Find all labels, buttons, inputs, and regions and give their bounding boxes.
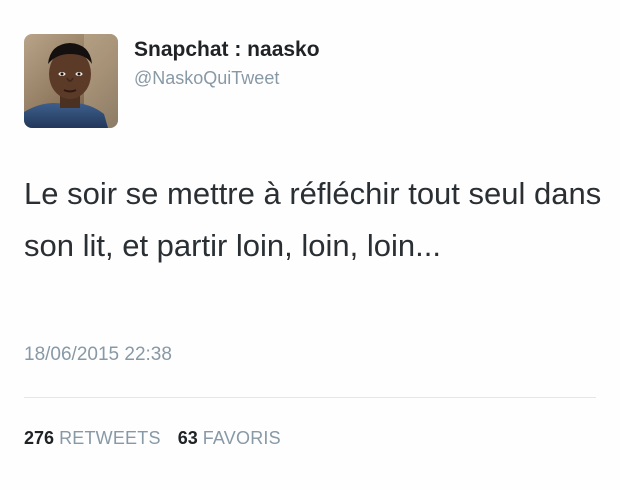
favorites-count: 63 — [177, 428, 198, 448]
retweets-count: 276 — [24, 428, 55, 448]
favorites-stat[interactable]: 63 FAVORIS — [178, 428, 281, 449]
avatar-photo — [24, 34, 118, 128]
divider — [24, 397, 596, 398]
retweets-stat[interactable]: 276 RETWEETS — [24, 428, 161, 449]
retweets-label: RETWEETS — [59, 428, 161, 448]
favorites-label: FAVORIS — [202, 428, 281, 448]
avatar[interactable] — [24, 34, 118, 128]
tweet-stats: 276 RETWEETS 63 FAVORIS — [24, 428, 281, 449]
tweet-card: Snapchat : naasko @NaskoQuiTweet Le soir… — [0, 0, 620, 490]
display-name[interactable]: Snapchat : naasko — [134, 38, 320, 62]
tweet-timestamp[interactable]: 18/06/2015 22:38 — [24, 344, 172, 366]
user-handle[interactable]: @NaskoQuiTweet — [134, 68, 279, 89]
tweet-text: Le soir se mettre à réfléchir tout seul … — [24, 176, 602, 263]
